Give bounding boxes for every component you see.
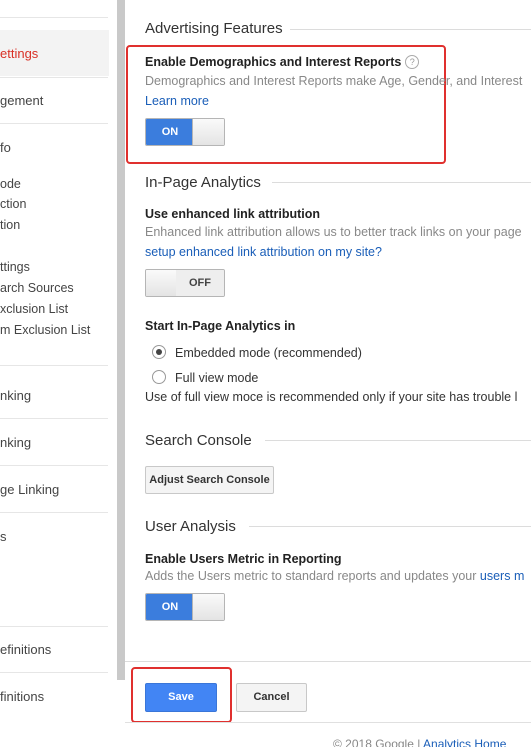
section-divider [249,526,531,527]
sidebar-item-organic-search-sources[interactable]: arch Sources [0,281,74,295]
user-analysis-heading: User Analysis [145,518,236,535]
toggle-knob [146,270,178,296]
sidebar-item-tracking-code[interactable]: ode [0,177,21,191]
sidebar-item-custom-definitions[interactable]: efinitions [0,642,51,657]
sidebar-item-linking-1[interactable]: nking [0,388,31,403]
users-metric-label: Enable Users Metric in Reporting [145,552,342,566]
users-metric-link[interactable]: users m [480,569,524,583]
actions-divider [125,661,531,662]
sidebar-divider [0,123,108,124]
sidebar-divider [0,512,108,513]
sidebar-item-user-management[interactable]: gement [0,93,43,108]
sidebar-item-data-collection[interactable]: ction [0,197,26,211]
sidebar-scrollbar[interactable] [117,0,125,680]
sidebar-item-property-settings[interactable]: ettings [0,46,38,61]
full-view-mode-option[interactable]: Full view mode [152,370,258,385]
toggle-on-label: ON [146,119,194,145]
analytics-home-link[interactable]: Analytics Home [423,737,506,747]
sidebar-divider [0,626,108,627]
sidebar-divider [0,465,108,466]
sidebar-item-session-settings[interactable]: ttings [0,260,30,274]
radio-selected-icon[interactable] [152,345,166,359]
help-icon[interactable]: ? [405,55,420,69]
sidebar-item-page-linking[interactable]: ge Linking [0,482,59,497]
setup-enhanced-link-attribution-link[interactable]: setup enhanced link attribution on my si… [145,245,382,259]
sidebar-divider [0,418,108,419]
sidebar-item-definitions[interactable]: finitions [0,689,44,704]
sidebar-item-referral-exclusion-list[interactable]: xclusion List [0,302,68,316]
sidebar-item-linking-2[interactable]: nking [0,435,31,450]
demographics-toggle[interactable]: ON [145,118,225,146]
demographics-description: Demographics and Interest Reports make A… [145,74,523,88]
sidebar-item-tracking-info[interactable]: fo [0,140,11,155]
footer: © 2018 Google | Analytics Home [333,737,506,747]
toggle-knob [192,594,224,620]
main-panel: Advertising Features Enable Demographics… [125,0,531,747]
demographics-label-text: Enable Demographics and Interest Reports [145,55,402,69]
section-divider [290,29,531,30]
full-view-mode-label: Full view mode [175,371,259,385]
sidebar-item-data-retention[interactable]: tion [0,218,20,232]
cancel-button[interactable]: Cancel [236,683,307,712]
sidebar-item-s[interactable]: s [0,529,7,544]
embedded-mode-label: Embedded mode (recommended) [175,346,362,360]
users-metric-description: Adds the Users metric to standard report… [145,569,524,583]
toggle-off-label: OFF [176,270,224,296]
users-metric-description-text: Adds the Users metric to standard report… [145,569,477,583]
section-divider [265,440,531,441]
enhanced-link-attribution-description: Enhanced link attribution allows us to b… [145,225,522,239]
footer-divider [125,722,531,723]
search-console-heading: Search Console [145,432,252,449]
sidebar-divider [0,365,108,366]
radio-icon[interactable] [152,370,166,384]
section-divider [272,182,531,183]
sidebar-divider [0,17,108,18]
full-view-mode-note: Use of full view moce is recommended onl… [145,390,518,404]
learn-more-link[interactable]: Learn more [145,94,209,108]
sidebar-divider [0,77,108,78]
users-metric-toggle[interactable]: ON [145,593,225,621]
save-button[interactable]: Save [145,683,217,712]
footer-copyright: © 2018 Google | [333,737,421,747]
enhanced-link-attribution-toggle[interactable]: OFF [145,269,225,297]
in-page-analytics-heading: In-Page Analytics [145,174,261,191]
adjust-search-console-button[interactable]: Adjust Search Console [145,466,274,494]
enhanced-link-attribution-label: Use enhanced link attribution [145,207,321,221]
demographics-label: Enable Demographics and Interest Reports… [145,55,420,69]
embedded-mode-option[interactable]: Embedded mode (recommended) [152,345,362,360]
sidebar-divider [0,672,108,673]
start-in-page-analytics-label: Start In-Page Analytics in [145,319,296,333]
toggle-on-label: ON [146,594,194,620]
toggle-knob [192,119,224,145]
sidebar-item-search-term-exclusion-list[interactable]: m Exclusion List [0,323,90,337]
advertising-features-heading: Advertising Features [145,20,283,37]
sidebar: ettings gement fo ode ction tion ttings … [0,0,117,747]
